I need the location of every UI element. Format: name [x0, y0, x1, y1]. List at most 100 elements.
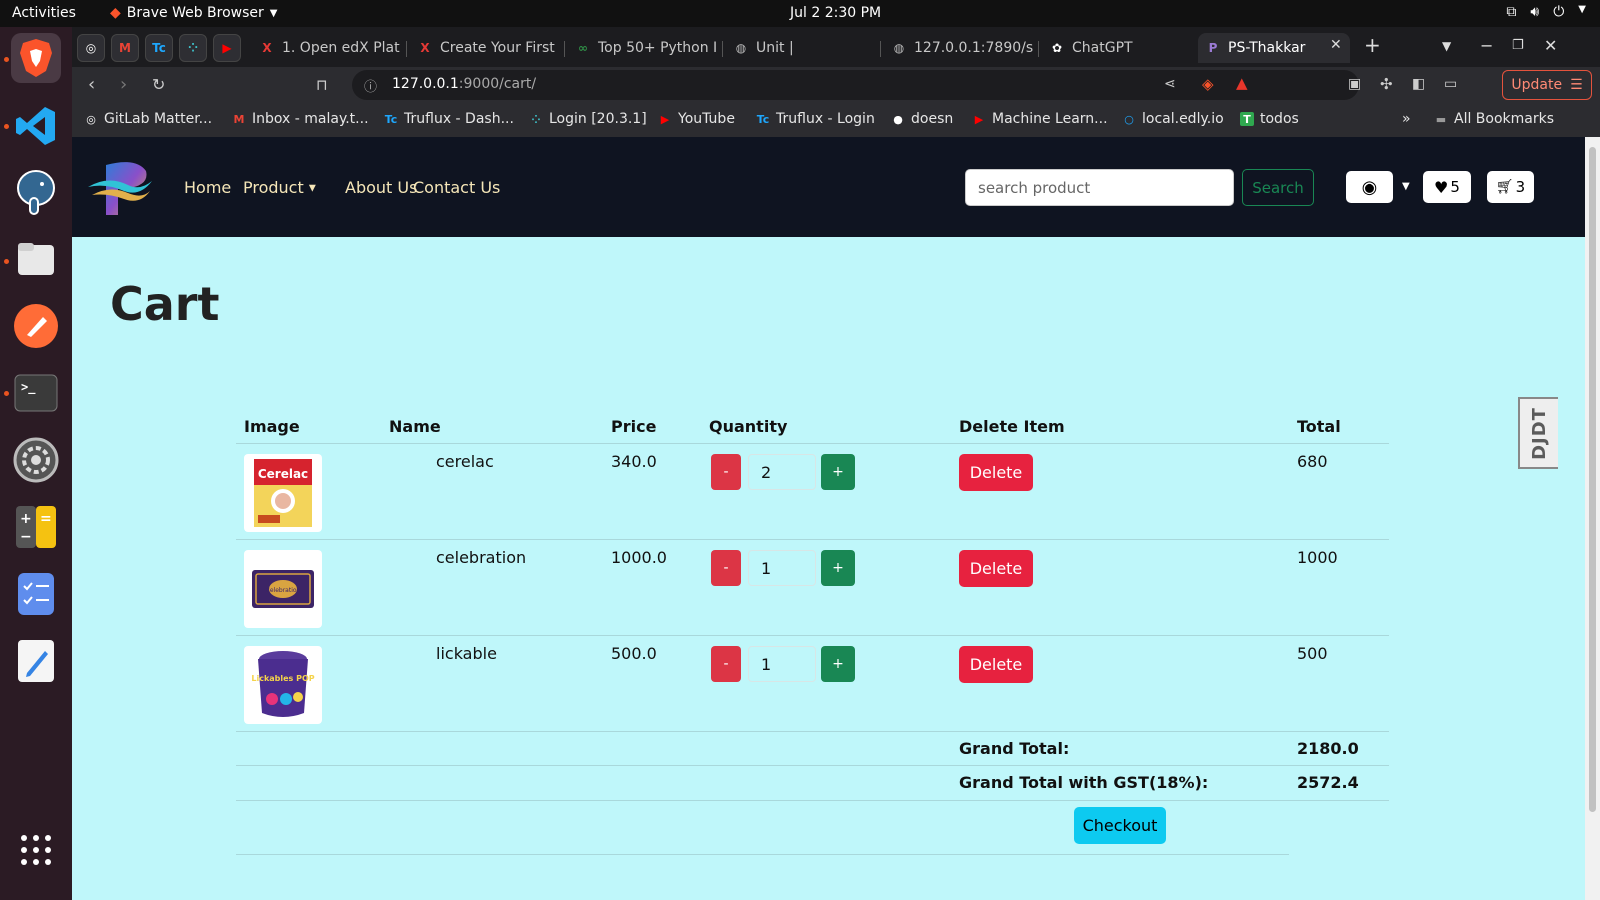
quantity-input[interactable]: 1 [748, 646, 816, 682]
maximize-icon[interactable]: ❐ [1512, 38, 1524, 53]
running-indicator [4, 57, 9, 62]
bookmark-truflux-login[interactable]: Tc Truflux - Login [756, 111, 875, 127]
brave-shields-icon[interactable]: ◈ [1202, 75, 1214, 93]
extensions-icon[interactable]: ✣ [1380, 75, 1393, 93]
calculator-dock-icon[interactable]: + − = [11, 502, 61, 552]
app-grid-icon[interactable] [11, 825, 61, 875]
globe-icon: ◍ [893, 41, 905, 55]
postgresql-dock-icon[interactable] [11, 167, 61, 217]
pinned-tab-youtube[interactable]: ▶ [213, 34, 241, 62]
tab-chatgpt[interactable]: ✿ ChatGPT [1042, 33, 1192, 63]
account-button[interactable]: ◉ [1346, 171, 1393, 203]
bookmark-login[interactable]: ⁘ Login [20.3.1] [529, 111, 646, 127]
truflux-icon: Tc [756, 112, 770, 126]
minimize-icon[interactable]: − [1480, 36, 1493, 55]
scrollbar-thumb[interactable] [1589, 147, 1596, 812]
decrease-quantity-button[interactable]: - [711, 454, 741, 490]
page-viewport: Home Product ▼ About Us Contact Us Searc… [72, 137, 1585, 900]
tab-unit[interactable]: ◍ Unit | [726, 33, 876, 63]
checkout-button[interactable]: Checkout [1074, 807, 1166, 844]
vscode-dock-icon[interactable] [11, 101, 61, 151]
tab-openedx[interactable]: X 1. Open edX Plat [252, 33, 402, 63]
forward-icon[interactable]: › [120, 74, 127, 95]
app-menu[interactable]: ◆ Brave Web Browser ▼ [110, 5, 277, 21]
product-image-cerelac[interactable]: Cerelac [244, 454, 322, 532]
tasks-dock-icon[interactable] [11, 569, 61, 619]
text-editor-dock-icon[interactable] [11, 636, 61, 686]
postman-dock-icon[interactable] [11, 301, 61, 351]
pinned-tab-gmail[interactable]: M [111, 34, 139, 62]
django-debug-toolbar-handle[interactable]: DJDT [1518, 397, 1558, 469]
delete-item-button[interactable]: Delete [959, 550, 1033, 587]
site-logo[interactable] [88, 157, 152, 219]
site-info-icon[interactable]: ⓘ [364, 76, 377, 95]
decrease-quantity-button[interactable]: - [711, 550, 741, 586]
gmail-icon: M [233, 112, 245, 126]
brave-rewards-icon[interactable]: ▲ [1236, 74, 1248, 92]
bookmark-youtube[interactable]: ▶ YouTube [658, 111, 735, 127]
volume-icon: 🔊︎ [1530, 4, 1540, 20]
decrease-quantity-button[interactable]: - [711, 646, 741, 682]
increase-quantity-button[interactable]: + [821, 454, 855, 490]
pinned-tab-truflux[interactable]: Tc [145, 34, 173, 62]
update-button[interactable]: Update ☰ [1502, 70, 1592, 100]
all-bookmarks[interactable]: ▬ All Bookmarks [1434, 111, 1554, 127]
delete-item-button[interactable]: Delete [959, 646, 1033, 683]
tab-search-chevron-icon[interactable]: ▼ [1442, 39, 1451, 53]
bookmark-icon[interactable]: ⊓ [316, 76, 328, 94]
search-input[interactable] [965, 169, 1234, 206]
page-scrollbar[interactable] [1585, 137, 1600, 900]
tab-ps-thakkar[interactable]: P PS-Thakkar [1198, 33, 1350, 63]
clock[interactable]: Jul 2 2:30 PM [790, 5, 881, 21]
terminal-dock-icon[interactable]: >_ [11, 368, 61, 418]
delete-item-button[interactable]: Delete [959, 454, 1033, 491]
bookmark-truflux-dash[interactable]: Tc Truflux - Dash... [384, 111, 514, 127]
product-image-celebration[interactable]: Celebration [244, 550, 322, 628]
tab-create-first[interactable]: X Create Your First [410, 33, 560, 63]
wishlist-button[interactable]: ♥ 5 [1423, 171, 1471, 203]
nav-contact-us[interactable]: Contact Us [413, 178, 500, 197]
product-image-lickable[interactable]: Lickables POP [244, 646, 322, 724]
close-window-icon[interactable]: ✕ [1544, 36, 1557, 55]
new-tab-icon[interactable]: + [1364, 33, 1381, 57]
bookmark-gitlab[interactable]: ◎ GitLab Matter... [84, 111, 212, 127]
increase-quantity-button[interactable]: + [821, 550, 855, 586]
bookmark-doesn[interactable]: ● doesn [891, 111, 953, 127]
search-button[interactable]: Search [1242, 169, 1314, 206]
nav-product[interactable]: Product ▼ [243, 178, 316, 197]
wallet-icon[interactable]: ▭ [1444, 76, 1457, 92]
link-icon: ∞ [578, 41, 588, 55]
close-tab-icon[interactable]: ✕ [1330, 37, 1342, 53]
tab-view-icon[interactable]: ▣ [1348, 76, 1361, 92]
tab-python[interactable]: ∞ Top 50+ Python I [568, 33, 718, 63]
bookmark-todos[interactable]: Ttodos [1240, 111, 1299, 127]
bookmark-inbox[interactable]: M Inbox - malay.t... [232, 111, 369, 127]
sidebar-icon[interactable]: ◧ [1412, 76, 1425, 92]
account-caret-icon[interactable]: ▼ [1402, 181, 1410, 192]
increase-quantity-button[interactable]: + [821, 646, 855, 682]
pinned-tab-openedx[interactable]: ◎ [77, 34, 105, 62]
item-name: celebration [436, 548, 527, 567]
bookmark-local-edly[interactable]: ○ local.edly.io [1122, 111, 1223, 127]
activities-button[interactable]: Activities [12, 5, 76, 21]
share-icon[interactable]: ⋖ [1164, 76, 1176, 92]
divider [236, 854, 1289, 855]
settings-dock-icon[interactable] [11, 435, 61, 485]
system-tray[interactable]: ⧉ 🔊︎ ⏻ ▼ [1506, 4, 1586, 20]
bookmark-machine-learning[interactable]: ▶ Machine Learn... [972, 111, 1108, 127]
pinned-tab-plane[interactable]: ⁘ [179, 34, 207, 62]
item-price: 500.0 [611, 644, 657, 663]
quantity-input[interactable]: 1 [748, 550, 816, 586]
files-dock-icon[interactable] [11, 234, 61, 284]
bookmarks-overflow[interactable]: » [1402, 111, 1411, 127]
nav-home[interactable]: Home [184, 178, 231, 197]
brave-dock-icon[interactable] [11, 33, 61, 83]
back-icon[interactable]: ‹ [88, 74, 95, 95]
quantity-input[interactable]: 2 [748, 454, 816, 490]
cart-button[interactable]: 🛒︎ 3 [1487, 171, 1534, 203]
bookmarks-bar: ◎ GitLab Matter... M Inbox - malay.t... Tc… [72, 103, 1600, 137]
tab-localhost-7890[interactable]: ◍ 127.0.0.1:7890/s [884, 33, 1034, 63]
reload-icon[interactable]: ↻ [152, 75, 165, 94]
nav-about-us[interactable]: About Us [345, 178, 417, 197]
address-bar[interactable]: ⓘ 127.0.0.1:9000/cart/ ⋖ ◈ ▲ [352, 70, 1359, 100]
